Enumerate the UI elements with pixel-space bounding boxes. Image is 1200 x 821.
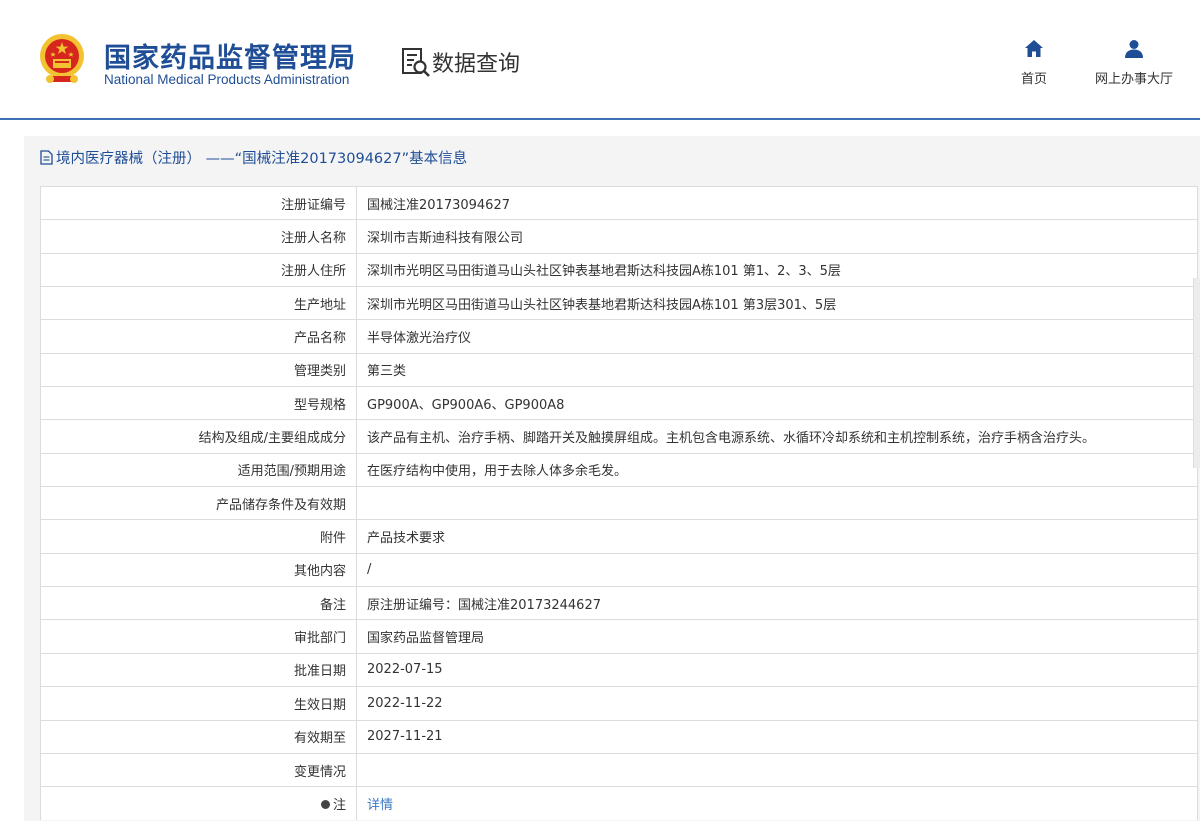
field-label: 产品名称	[40, 319, 357, 354]
field-label: 变更情况	[40, 752, 357, 788]
header-divider	[0, 118, 1200, 120]
field-value: 深圳市吉斯迪科技有限公司	[356, 219, 1198, 254]
device-info-table: 注册证编号 国械注准20173094627 注册人名称 深圳市吉斯迪科技有限公司 注册人…	[40, 185, 1198, 821]
field-value: 在医疗结构中使用，用于去除人体多余毛发。	[356, 452, 1198, 488]
field-value: 深圳市光明区马田街道马山头社区钟表基地君斯达科技园A栋101 第3层301、5层	[356, 286, 1198, 321]
field-label: 结构及组成/主要组成成分	[40, 419, 357, 454]
nav-home[interactable]: 首页	[1014, 38, 1054, 87]
field-label: 注册证编号	[40, 185, 357, 221]
field-value: 深圳市光明区马田街道马山头社区钟表基地君斯达科技园A栋101 第1、2、3、5层	[356, 252, 1198, 288]
field-value	[356, 486, 1198, 521]
field-label: 管理类别	[40, 352, 357, 388]
nav-home-label: 首页	[1020, 72, 1047, 87]
table-row: 产品名称 半导体激光治疗仪	[40, 319, 1198, 354]
field-value: 2027-11-21	[356, 719, 1198, 754]
site-header: 国家药品监督管理局 National Medical Products Admi…	[0, 0, 1200, 118]
table-row: 生效日期 2022-11-22	[40, 686, 1198, 721]
table-row: 注册人住所 深圳市光明区马田街道马山头社区钟表基地君斯达科技园A栋101 第1、2…	[40, 252, 1198, 288]
pin-icon	[320, 800, 330, 810]
field-label: 附件	[40, 519, 357, 554]
national-emblem-icon	[40, 34, 84, 83]
table-row: 生产地址 深圳市光明区马田街道马山头社区钟表基地君斯达科技园A栋101 第3层30…	[40, 286, 1198, 321]
table-row: 其他内容 /	[40, 552, 1198, 588]
field-label: 生效日期	[40, 686, 357, 721]
field-value: 国械注准20173094627	[356, 185, 1198, 221]
field-value	[356, 752, 1198, 788]
nav-online-service-hall[interactable]: 网上办事大厅	[1086, 38, 1182, 87]
table-row: 管理类别 第三类	[40, 352, 1198, 388]
data-query-title: 数据查询	[432, 52, 521, 77]
page-title-text: 境内医疗器械（注册） ——“国械注准20173094627”基本信息	[56, 150, 468, 167]
table-row: 适用范围/预期用途 在医疗结构中使用，用于去除人体多余毛发。	[40, 452, 1198, 488]
footnote-label: 注	[332, 798, 346, 814]
field-label: 产品储存条件及有效期	[40, 486, 357, 521]
field-label: 型号规格	[40, 386, 357, 421]
data-query-icon	[402, 48, 430, 77]
footnote-label-cell: 注	[40, 786, 357, 821]
field-value: 2022-11-22	[356, 686, 1198, 721]
field-value: /	[356, 552, 1198, 588]
field-label: 备注	[40, 586, 357, 621]
table-row: 变更情况	[40, 752, 1198, 788]
field-value: 产品技术要求	[356, 519, 1198, 554]
field-value: GP900A、GP900A6、GP900A8	[356, 386, 1198, 421]
footnote-row: 注 详情	[40, 786, 1198, 821]
field-value: 该产品有主机、治疗手柄、脚踏开关及触摸屏组成。主机包含电源系统、水循环冷却系统和…	[356, 419, 1198, 454]
field-value: 2022-07-15	[356, 652, 1198, 688]
table-row: 产品储存条件及有效期	[40, 486, 1198, 521]
table-row: 备注 原注册证编号：国械注准20173244627	[40, 586, 1198, 621]
table-row: 型号规格 GP900A、GP900A6、GP900A8	[40, 386, 1198, 421]
brand-name-en[interactable]: National Medical Products Administration	[104, 72, 349, 87]
field-label: 其他内容	[40, 552, 357, 588]
table-row: 注册人名称 深圳市吉斯迪科技有限公司	[40, 219, 1198, 254]
field-label: 生产地址	[40, 286, 357, 321]
brand-name-cn[interactable]: 国家药品监督管理局	[104, 36, 356, 75]
table-row: 结构及组成/主要组成成分 该产品有主机、治疗手柄、脚踏开关及触摸屏组成。主机包含电…	[40, 419, 1198, 454]
nav-online-service-hall-label: 网上办事大厅	[1094, 72, 1173, 87]
field-label: 批准日期	[40, 652, 357, 688]
table-row: 批准日期 2022-07-15	[40, 652, 1198, 688]
document-icon	[40, 149, 53, 165]
field-value: 国家药品监督管理局	[356, 619, 1198, 654]
field-value: 半导体激光治疗仪	[356, 319, 1198, 354]
scrollbar[interactable]	[1193, 278, 1200, 468]
field-value: 原注册证编号：国械注准20173244627	[356, 586, 1198, 621]
field-label: 审批部门	[40, 619, 357, 654]
table-row: 审批部门 国家药品监督管理局	[40, 619, 1198, 654]
home-icon	[1025, 40, 1043, 57]
user-icon	[1125, 40, 1143, 58]
table-row: 附件 产品技术要求	[40, 519, 1198, 554]
page-title: 境内医疗器械（注册） ——“国械注准20173094627”基本信息	[40, 146, 467, 168]
table-row: 有效期至 2027-11-21	[40, 719, 1198, 754]
field-label: 有效期至	[40, 719, 357, 754]
field-value: 第三类	[356, 352, 1198, 388]
table-row: 注册证编号 国械注准20173094627	[40, 185, 1198, 221]
field-label: 注册人名称	[40, 219, 357, 254]
details-link[interactable]: 详情	[367, 798, 393, 813]
field-label: 适用范围/预期用途	[40, 452, 357, 488]
footnote-value-cell: 详情	[356, 786, 1198, 821]
field-label: 注册人住所	[40, 252, 357, 288]
